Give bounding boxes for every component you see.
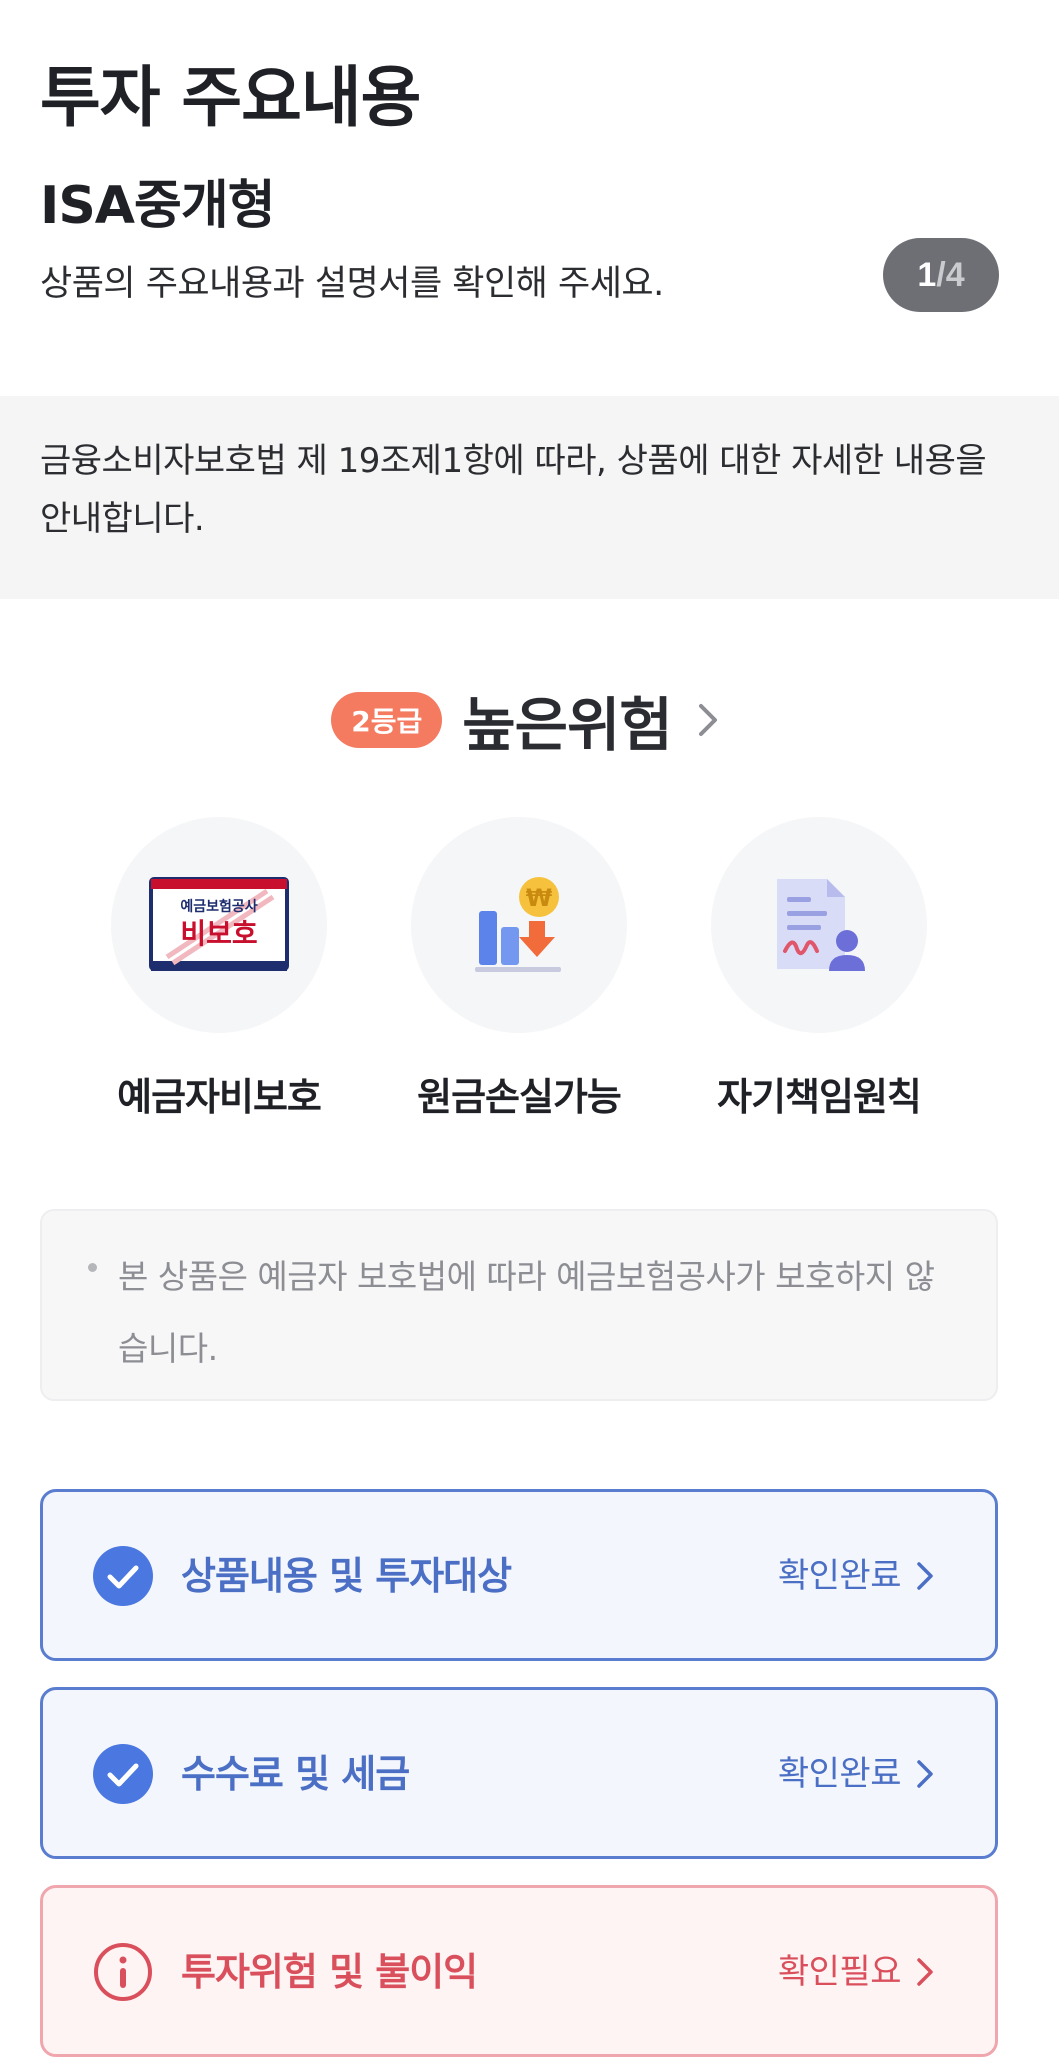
feature-deposit-unprotected-circle: 예금보험공사 비보호 [111, 817, 327, 1033]
legal-notice-text: 금융소비자보호법 제 19조제1항에 따라, 상품에 대한 자세한 내용을 안내… [40, 441, 987, 539]
info-box: 본 상품은 예금자 보호법에 따라 예금보험공사가 보호하지 않습니다. [40, 1209, 998, 1401]
chevron-right-icon [917, 1760, 933, 1788]
alert-circle-icon [94, 1943, 152, 2001]
page-separator: / [936, 255, 946, 294]
risk-grade-pill: 2등급 [331, 692, 443, 748]
checklist-title: 상품내용 및 투자대상 [181, 1554, 512, 1598]
checklist-card-investment-risk[interactable]: 투자위험 및 불이익 확인필요 [40, 1885, 998, 2057]
icon-top-text: 예금보험공사 [180, 898, 257, 915]
deposit-unprotected-icon: 예금보험공사 비보호 [149, 877, 289, 971]
legal-notice-band: 금융소비자보호법 제 19조제1항에 따라, 상품에 대한 자세한 내용을 안내… [0, 396, 1059, 599]
checklist-card-product-content[interactable]: 상품내용 및 투자대상 확인완료 [40, 1489, 998, 1661]
feature-label-deposit-unprotected: 예금자비보호 [117, 1075, 322, 1119]
feature-label-principal-loss: 원금손실가능 [417, 1075, 622, 1119]
coin-won-text: ₩ [526, 884, 553, 912]
feature-principal-loss-circle: ₩ [411, 817, 627, 1033]
risk-level-title: 높은위험 [462, 691, 672, 759]
checklist-status: 확인완료 [777, 1556, 902, 1596]
icon-main-text: 비보호 [180, 917, 257, 950]
chevron-right-icon [917, 1562, 933, 1590]
check-circle-icon [93, 1744, 153, 1804]
feature-self-responsibility-circle [711, 817, 927, 1033]
principal-loss-icon: ₩ [475, 877, 561, 972]
page-subtitle: 상품의 주요내용과 설명서를 확인해 주세요. [40, 264, 664, 304]
checklist-status: 확인필요 [777, 1952, 902, 1992]
page-total: 4 [945, 255, 965, 294]
self-responsibility-icon [777, 879, 865, 971]
chevron-right-icon [698, 704, 717, 736]
product-name: ISA중개형 [40, 176, 276, 236]
chevron-right-icon [917, 1958, 933, 1986]
page-current: 1 [917, 255, 937, 294]
info-text: 본 상품은 예금자 보호법에 따라 예금보험공사가 보호하지 않습니다. [118, 1257, 935, 1368]
risk-grade-row[interactable]: 2등급 높은위험 [0, 680, 1059, 760]
page-title: 투자 주요내용 [40, 59, 421, 136]
check-circle-icon [93, 1546, 153, 1606]
info-bullet [88, 1263, 97, 1272]
page-indicator-badge: 1/4 [883, 238, 999, 312]
checklist-status: 확인완료 [777, 1754, 902, 1794]
feature-label-self-responsibility: 자기책임원칙 [717, 1075, 922, 1119]
checklist-title: 수수료 및 세금 [181, 1752, 410, 1796]
checklist-card-fees-taxes[interactable]: 수수료 및 세금 확인완료 [40, 1687, 998, 1859]
checklist-title: 투자위험 및 불이익 [181, 1950, 478, 1994]
